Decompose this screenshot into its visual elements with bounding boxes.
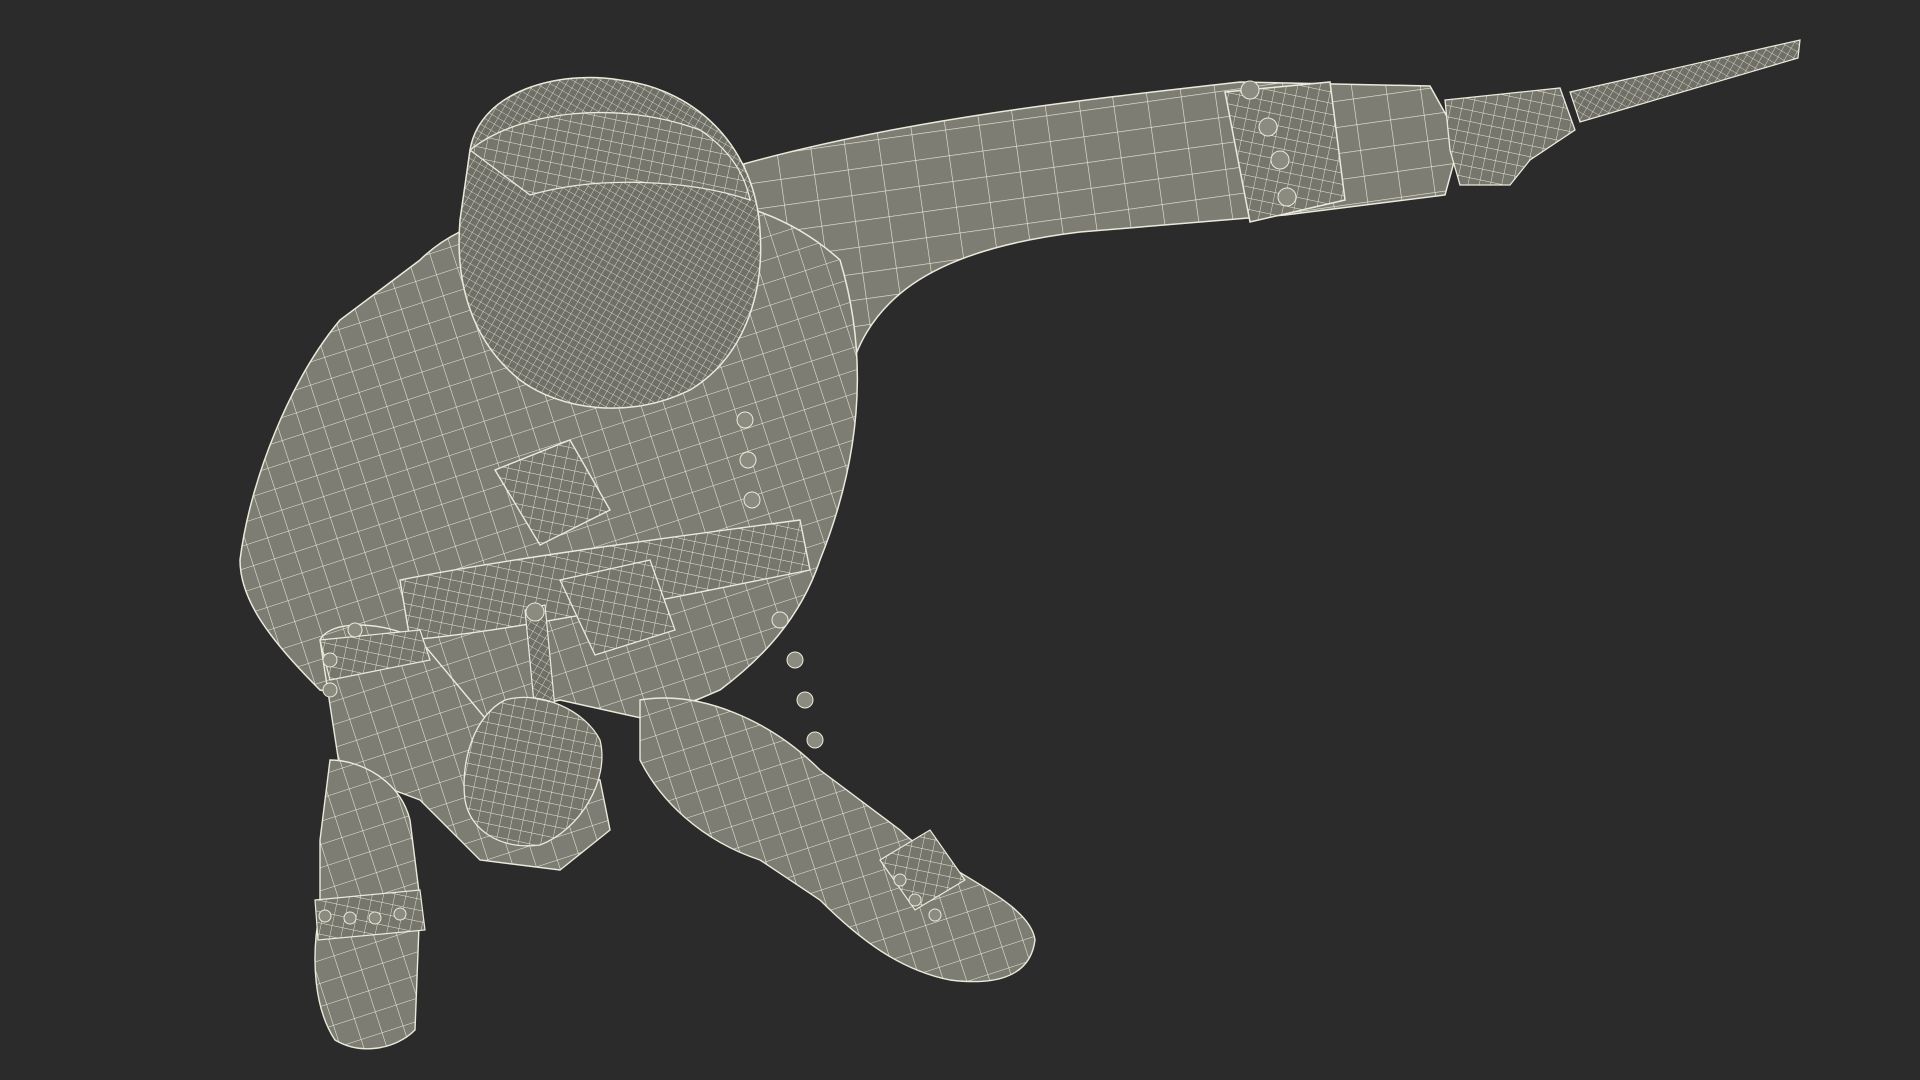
wireframe-render	[239, 39, 1801, 1050]
render-viewport	[0, 0, 1920, 1080]
right-leg	[639, 697, 1036, 983]
right-hand-pistol	[1444, 39, 1801, 186]
left-leg	[314, 759, 426, 1050]
head-bandana	[458, 76, 762, 409]
